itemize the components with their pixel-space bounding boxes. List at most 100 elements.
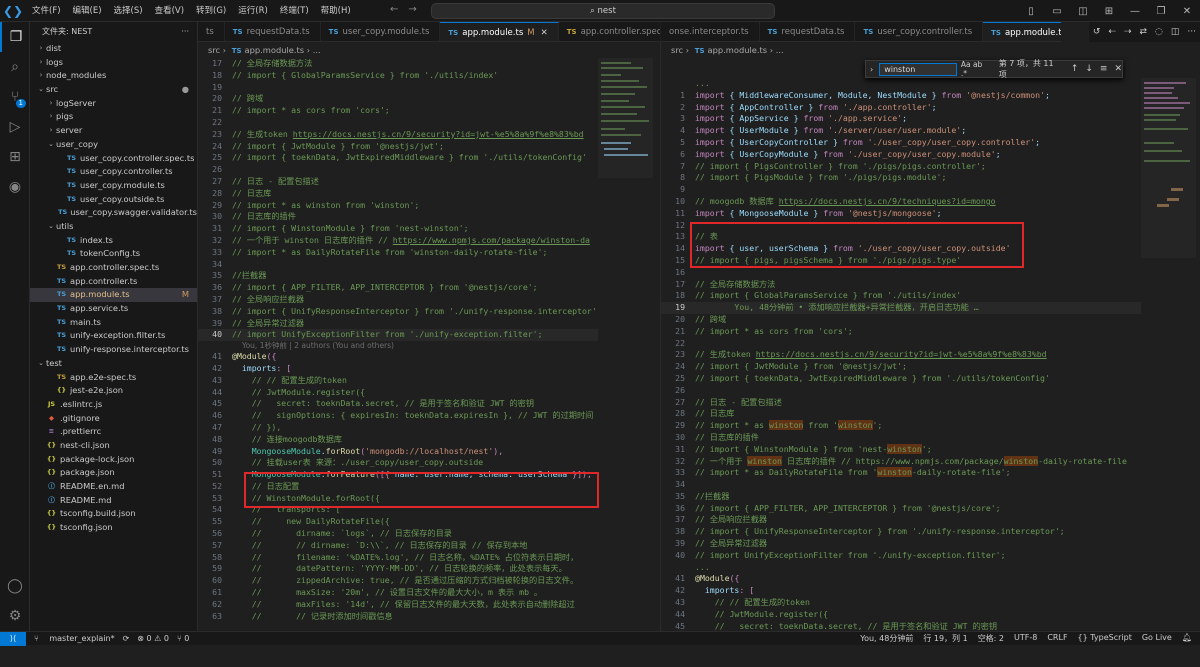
tree-item[interactable]: › dist [30, 42, 197, 56]
editor-tab[interactable]: TS user_copy.module.ts [321, 22, 441, 41]
right-minimap[interactable] [1141, 78, 1196, 667]
search-icon[interactable]: ⌕ [0, 52, 30, 82]
maximize-button[interactable]: ❐ [1148, 6, 1174, 17]
editor-tab[interactable]: TSapp.module.tsM✕ [983, 22, 1061, 41]
tree-item[interactable]: TS app.e2e-spec.ts [30, 371, 197, 385]
cursor-position[interactable]: 行 19，列 1 [923, 633, 967, 644]
extensions-icon[interactable]: ⊞ [0, 142, 30, 172]
run-debug-icon[interactable]: ▷ [0, 112, 30, 142]
breadcrumb-item[interactable]: ... [313, 45, 321, 55]
remote-indicator-icon[interactable]: ⟩⟨ [0, 631, 26, 646]
minimize-button[interactable]: — [1122, 6, 1148, 17]
encoding-status[interactable]: UTF-8 [1014, 633, 1037, 644]
close-find-icon[interactable]: ✕ [1114, 64, 1122, 74]
editor-tab[interactable]: TS requestData.ts [225, 22, 321, 41]
breadcrumb-item[interactable]: src [671, 45, 683, 55]
sync-icon[interactable]: ⟳ [123, 634, 130, 643]
tree-item[interactable]: JS .eslintrc.js [30, 398, 197, 412]
layout-panel-icon[interactable]: ▭ [1044, 6, 1070, 17]
toggle-replace-icon[interactable]: › [870, 65, 873, 74]
tree-item[interactable]: TS user_copy.controller.ts [30, 165, 197, 179]
remote-explorer-icon[interactable]: ◉ [0, 172, 30, 202]
tree-item[interactable]: TS user_copy.outside.ts [30, 193, 197, 207]
left-minimap[interactable] [598, 58, 653, 647]
previous-match-icon[interactable]: ↑ [1071, 64, 1079, 74]
indentation-status[interactable]: 空格: 2 [978, 633, 1004, 644]
go-back-icon[interactable]: ⇠ [1108, 27, 1116, 37]
tree-item[interactable]: ⓘ README.en.md [30, 480, 197, 494]
editor-tab[interactable]: TSapp.module.tsM✕ [440, 22, 559, 42]
tree-item[interactable]: TS unify-exception.filter.ts [30, 329, 197, 343]
editor-tab[interactable]: TSapp.controller.spec.ts [559, 22, 660, 41]
tree-item[interactable]: TS main.ts [30, 316, 197, 330]
tree-item[interactable]: TS app.controller.spec.ts [30, 261, 197, 275]
timeline-icon[interactable]: ↺ [1093, 27, 1101, 37]
notifications-bell-icon[interactable]: 🔔︎ [1182, 633, 1192, 644]
breadcrumb-item[interactable]: ... [776, 45, 784, 55]
menu-item[interactable]: 帮助(H) [315, 0, 357, 22]
menu-item[interactable]: 选择(S) [108, 0, 149, 22]
tree-item[interactable]: TS user_copy.swagger.validator.ts [30, 206, 197, 220]
go-live-button[interactable]: Go Live [1142, 633, 1172, 644]
tree-item[interactable]: ⌄ src ● [30, 83, 197, 97]
menu-item[interactable]: 运行(R) [232, 0, 274, 22]
tree-item[interactable]: {} package-lock.json [30, 453, 197, 467]
tree-item[interactable]: {} nest-cli.json [30, 439, 197, 453]
menu-item[interactable]: 终端(T) [274, 0, 315, 22]
source-control-icon[interactable]: ⑂ 1 [0, 82, 30, 112]
more-actions-icon[interactable]: ··· [1187, 27, 1196, 37]
layout-sidebar-icon[interactable]: ▯ [1018, 6, 1044, 17]
next-match-icon[interactable]: ↓ [1085, 64, 1093, 74]
settings-gear-icon[interactable]: ⚙ [0, 601, 30, 631]
tree-item[interactable]: TS app.controller.ts [30, 275, 197, 289]
tree-item[interactable]: › logServer [30, 97, 197, 111]
close-tab-icon[interactable]: ✕ [541, 23, 548, 42]
blame-status[interactable]: You, 48分钟前 [860, 633, 913, 644]
editor-tab[interactable]: TS requestData.ts [760, 22, 856, 41]
tree-item[interactable]: {} tsconfig.json [30, 521, 197, 535]
tree-item[interactable]: TS tokenConfig.ts [30, 247, 197, 261]
tree-item[interactable]: ⓘ README.md [30, 494, 197, 508]
more-actions-icon[interactable]: ··· [181, 22, 189, 42]
go-forward-icon[interactable]: ⇢ [1124, 27, 1132, 37]
tree-item[interactable]: TS unify-response.interceptor.ts [30, 343, 197, 357]
explorer-icon[interactable]: ❐ [0, 22, 30, 52]
command-center-search[interactable]: ⌕ nest [431, 3, 775, 19]
menu-item[interactable]: 查看(V) [149, 0, 190, 22]
ports-status[interactable]: ⑂ 0 [177, 634, 189, 643]
editor-tab[interactable]: ts [198, 22, 225, 41]
tree-item[interactable]: TS user_copy.module.ts [30, 179, 197, 193]
breadcrumb-item[interactable]: app.module.ts [708, 45, 768, 55]
editor-tab[interactable]: TS user_copy.controller.ts [855, 22, 984, 41]
compare-icon[interactable]: ⇄ [1139, 27, 1147, 37]
find-in-selection-icon[interactable]: ≡ [1100, 64, 1108, 74]
eol-status[interactable]: CRLF [1047, 633, 1067, 644]
tree-item[interactable]: ⌄ user_copy [30, 138, 197, 152]
tree-item[interactable]: ⌄ utils [30, 220, 197, 234]
find-options[interactable]: Aa ab .* [961, 60, 991, 78]
tree-item[interactable]: › pigs [30, 110, 197, 124]
right-editor[interactable]: ... 1 import { MiddlewareConsumer, Module,… [661, 78, 1141, 631]
tree-item[interactable]: › logs [30, 56, 197, 70]
layout-split-icon[interactable]: ◫ [1070, 6, 1096, 17]
tree-item[interactable]: TS index.ts [30, 234, 197, 248]
tree-item[interactable]: › node_modules [30, 69, 197, 83]
find-input[interactable]: winston [879, 62, 957, 76]
layout-custom-icon[interactable]: ⊞ [1096, 6, 1122, 17]
tree-item[interactable]: TS user_copy.controller.spec.ts [30, 152, 197, 166]
menu-item[interactable]: 转到(G) [190, 0, 232, 22]
branch-status[interactable]: ⑂ master_explain* [34, 634, 115, 643]
split-editor-icon[interactable]: ◫ [1171, 27, 1180, 37]
menu-item[interactable]: 文件(F) [26, 0, 67, 22]
menu-item[interactable]: 编辑(E) [67, 0, 108, 22]
left-editor[interactable]: 17 // 全局存储数据方法 18 // import { GlobalParamsS… [198, 58, 598, 631]
tree-item[interactable]: › server [30, 124, 197, 138]
language-mode[interactable]: {} TypeScript [1078, 633, 1132, 644]
breadcrumb-item[interactable]: app.module.ts [245, 45, 305, 55]
nav-arrows[interactable]: ←→ [390, 4, 427, 15]
problems-status[interactable]: ⊗ 0 ⚠ 0 [137, 634, 169, 643]
tree-item[interactable]: TS app.service.ts [30, 302, 197, 316]
tree-item[interactable]: {} package.json [30, 466, 197, 480]
tree-item[interactable]: ⌄ test [30, 357, 197, 371]
tree-item[interactable]: TS app.module.ts M [30, 288, 197, 303]
